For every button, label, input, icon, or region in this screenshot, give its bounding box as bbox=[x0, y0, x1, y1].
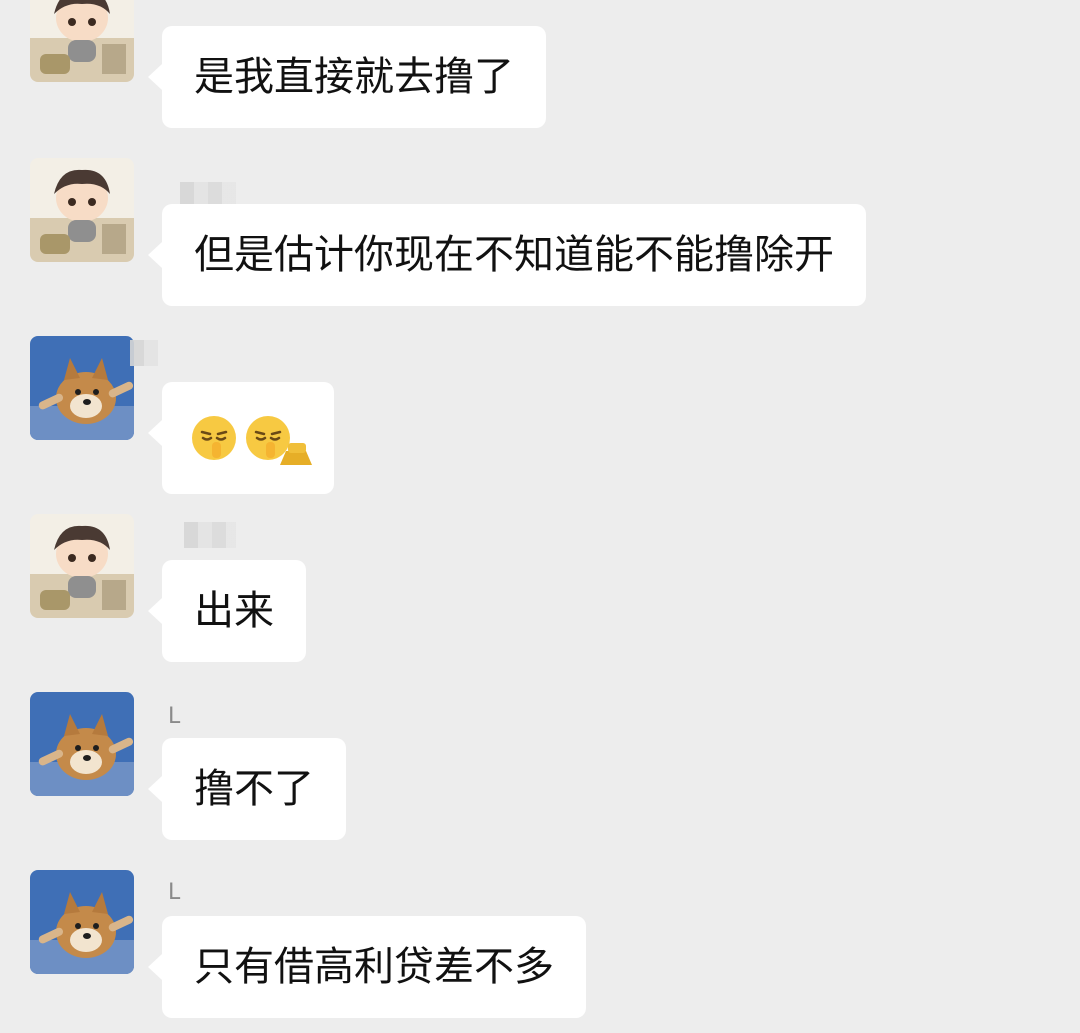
boy-avatar-icon bbox=[30, 158, 134, 262]
message-text: 但是估计你现在不知道能不能撸除开 bbox=[194, 232, 834, 278]
dog-avatar-icon bbox=[30, 336, 134, 440]
message-bubble[interactable]: 撸不了 bbox=[148, 738, 346, 840]
message-text: 出来 bbox=[194, 588, 274, 634]
message-bubble[interactable]: 只有借高利贷差不多 bbox=[148, 916, 586, 1018]
avatar-dog[interactable] bbox=[30, 870, 134, 974]
avatar-dog[interactable] bbox=[30, 692, 134, 796]
avatar-dog[interactable] bbox=[30, 336, 134, 440]
boy-avatar-icon bbox=[30, 0, 134, 82]
avatar-boy[interactable] bbox=[30, 514, 134, 618]
message-bubble[interactable] bbox=[148, 382, 334, 494]
avatar-boy[interactable] bbox=[30, 0, 134, 82]
hand-icon bbox=[280, 443, 312, 465]
message-text: 是我直接就去撸了 bbox=[194, 54, 514, 100]
message-bubble[interactable]: 但是估计你现在不知道能不能撸除开 bbox=[148, 204, 866, 306]
avatar-boy[interactable] bbox=[30, 158, 134, 262]
message-bubble[interactable]: 出来 bbox=[148, 560, 306, 662]
sender-name-blurred bbox=[130, 340, 158, 366]
sender-name-blurred bbox=[184, 522, 236, 548]
dog-avatar-icon bbox=[30, 870, 134, 974]
message-text: 撸不了 bbox=[194, 766, 314, 812]
message-bubble[interactable]: 是我直接就去撸了 bbox=[148, 26, 546, 128]
chat-window: 是我直接就去撸了 但是估计你现在不知道能不能撸除开 出来 L 撸不了 L 只有借… bbox=[0, 0, 1080, 1033]
message-text: 只有借高利贷差不多 bbox=[194, 944, 554, 990]
pensive-shush-emoji-icon bbox=[192, 416, 236, 460]
dog-avatar-icon bbox=[30, 692, 134, 796]
boy-avatar-icon bbox=[30, 514, 134, 618]
sender-name-mark: L bbox=[168, 880, 181, 905]
sender-name-mark: L bbox=[168, 704, 181, 729]
